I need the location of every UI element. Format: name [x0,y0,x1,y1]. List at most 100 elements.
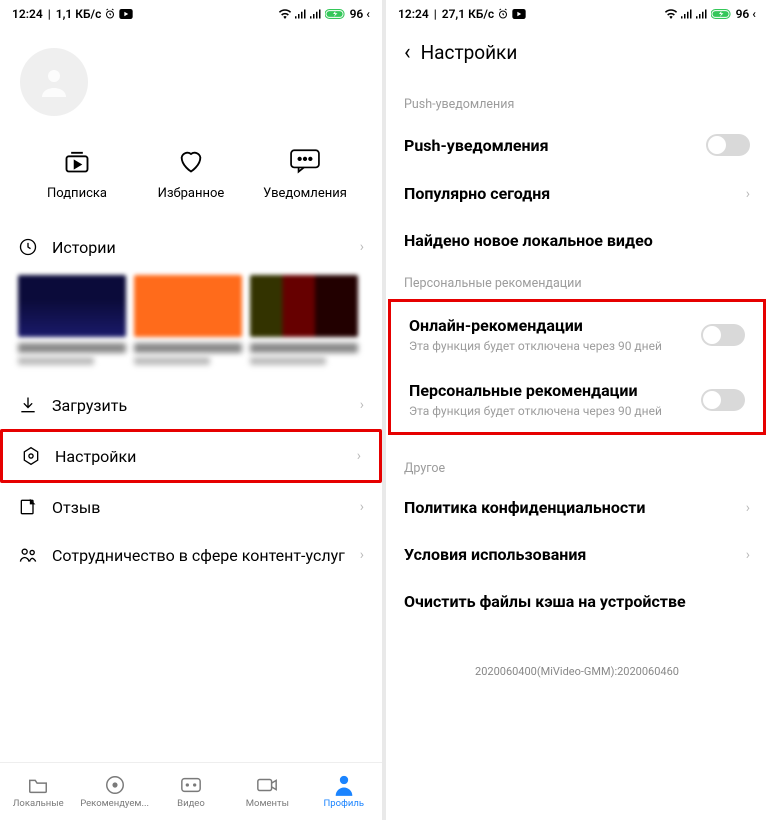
action-subscriptions[interactable]: Подписка [21,146,134,201]
chevron-right-icon: › [360,397,364,413]
status-suffix: ‹ [752,7,756,21]
tab-video[interactable]: Видео [153,774,229,809]
tab-moments[interactable]: Моменты [229,774,305,809]
signal-icon [295,9,307,19]
status-speed: 27,1 КБ/c [442,7,494,21]
tab-label: Моменты [246,798,289,809]
menu-feedback[interactable]: Отзыв › [0,483,382,531]
setting-push[interactable]: Push-уведомления [386,120,768,170]
menu-label: Загрузить [52,396,346,415]
history-label: Истории [52,238,346,257]
setting-label: Очистить файлы кэша на устройстве [404,592,750,611]
page-title: Настройки [421,41,518,64]
setting-popular[interactable]: Популярно сегодня › [386,170,768,217]
settings-icon [21,446,41,466]
chevron-right-icon: › [360,499,364,515]
target-icon [104,774,126,796]
chevron-right-icon: › [746,547,750,563]
setting-personal-rec[interactable]: Персональные рекомендации Эта функция бу… [391,367,763,432]
history-thumb[interactable] [250,275,358,337]
tab-label: Локальные [13,798,64,809]
setting-online-rec[interactable]: Онлайн-рекомендации Эта функция будет от… [391,302,763,367]
signal-icon [681,9,693,19]
menu-download[interactable]: Загрузить › [0,381,382,429]
cooperation-icon [18,545,38,565]
back-button[interactable]: ‹ [404,40,411,65]
menu-cooperation[interactable]: Сотрудничество в сфере контент-услуг › [0,531,382,579]
download-icon [18,395,38,415]
avatar[interactable] [20,48,88,116]
subscription-icon [62,146,92,176]
profile-icon [333,774,355,796]
status-time: 12:24 [12,7,43,21]
setting-privacy[interactable]: Политика конфиденциальности › [386,484,768,531]
action-notifications[interactable]: Уведомления [249,146,362,201]
chevron-right-icon: › [746,500,750,516]
section-title-push: Push-уведомления [386,85,768,120]
feedback-icon [18,497,38,517]
menu-label: Сотрудничество в сфере контент-услуг [52,546,346,565]
setting-label: Найдено новое локальное видео [404,231,750,250]
battery-percent: 96 [350,7,364,21]
history-thumb[interactable] [134,275,242,337]
setting-label: Push-уведомления [404,136,706,155]
setting-label: Онлайн-рекомендации [409,316,701,335]
section-title-other: Другое [386,449,768,484]
tab-recommend[interactable]: Рекомендуем... [76,774,152,809]
toggle[interactable] [701,324,745,346]
status-bar: 12:24 | 27,1 КБ/c 96 ‹ [386,0,768,28]
status-suffix: ‹ [366,7,370,21]
tab-profile[interactable]: Профиль [306,774,382,809]
section-title-personal: Персональные рекомендации [386,264,768,299]
chevron-right-icon: › [746,186,750,202]
status-time: 12:24 [398,7,429,21]
alarm-icon [104,8,116,20]
action-favorites[interactable]: Избранное [135,146,248,201]
setting-label: Персональные рекомендации [409,381,701,400]
tab-local[interactable]: Локальные [0,774,76,809]
version-text: 2020060400(MiVideo-GMM):2020060460 [386,625,768,688]
wifi-icon [278,9,292,19]
highlighted-settings: Онлайн-рекомендации Эта функция будет от… [388,299,766,435]
setting-clearcache[interactable]: Очистить файлы кэша на устройстве [386,578,768,625]
heart-icon [176,146,206,176]
tab-label: Рекомендуем... [80,798,149,809]
menu-settings[interactable]: Настройки › [0,429,382,483]
history-captions [0,337,382,367]
settings-screen: 12:24 | 27,1 КБ/c 96 ‹ ‹ Настройки Push-… [386,0,768,820]
battery-icon [711,8,733,20]
action-label: Уведомления [263,186,347,201]
tab-label: Видео [177,798,205,809]
chevron-right-icon: › [357,448,361,464]
status-bar: 12:24 | 1,1 КБ/c 96 ‹ [0,0,382,28]
alarm-icon [497,8,509,20]
toggle[interactable] [706,134,750,156]
camera-icon [256,774,278,796]
tv-icon [180,774,202,796]
setting-newlocal[interactable]: Найдено новое локальное видео [386,217,768,264]
bottom-nav: Локальные Рекомендуем... Видео Моменты П… [0,762,382,820]
toggle[interactable] [701,389,745,411]
setting-label: Условия использования [404,545,746,564]
setting-desc: Эта функция будет отключена через 90 дне… [409,404,701,418]
youtube-icon [119,9,133,19]
youtube-icon [512,9,526,19]
chevron-right-icon: › [360,239,364,255]
setting-label: Политика конфиденциальности [404,498,746,517]
clock-icon [18,237,38,257]
settings-header: ‹ Настройки [386,28,768,85]
wifi-icon [664,9,678,19]
battery-icon [325,8,347,20]
chevron-right-icon: › [360,547,364,563]
setting-label: Популярно сегодня [404,184,746,203]
tab-label: Профиль [323,798,364,809]
signal2-icon [310,9,322,19]
status-speed: 1,1 КБ/c [56,7,102,21]
action-label: Подписка [47,186,107,201]
setting-terms[interactable]: Условия использования › [386,531,768,578]
menu-label: Настройки [55,447,343,466]
history-thumb[interactable] [18,275,126,337]
action-label: Избранное [158,186,225,201]
battery-percent: 96 [736,7,750,21]
history-row[interactable]: Истории › [0,223,382,271]
